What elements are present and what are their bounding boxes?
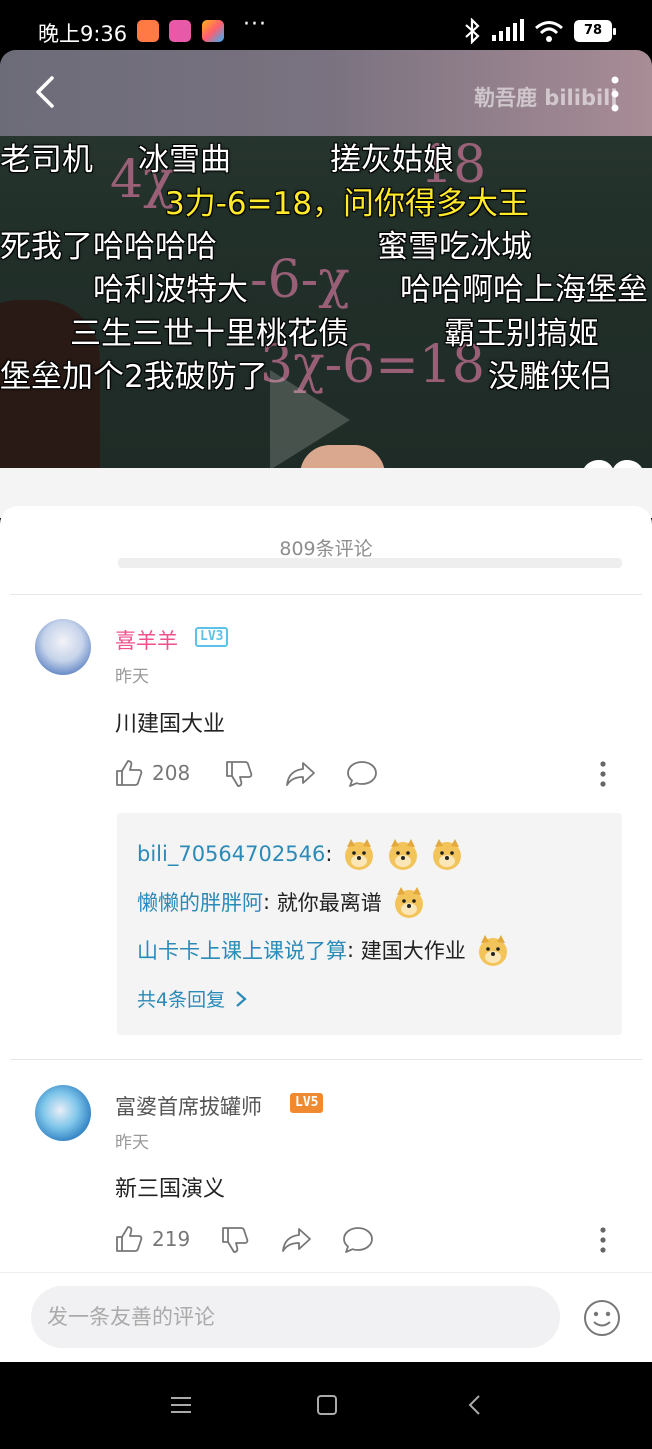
thumbs-down-icon[interactable]: [224, 759, 254, 789]
doge-emoji-icon: [389, 839, 418, 870]
comment-time: 昨天: [115, 667, 149, 687]
doge-emoji-icon: [433, 839, 462, 870]
thumbs-up-icon: [116, 760, 143, 786]
like-button[interactable]: 219: [114, 1224, 190, 1254]
doge-emoji-icon: [345, 839, 374, 870]
divider: [10, 594, 642, 595]
more-notifications-icon: ···: [243, 12, 267, 37]
danmaku-text: 3力-6=18，问你得多大王: [165, 186, 530, 222]
level-badge: LV3: [195, 627, 229, 647]
level-badge: LV5: [290, 1093, 324, 1113]
thumbs-up-icon: [116, 1226, 143, 1252]
video-watermark: 勒吾鹿 bilibili: [474, 86, 618, 110]
danmaku-text: 蜜雪吃冰城: [377, 229, 532, 265]
danmaku-text: 堡垒加个2我破防了: [0, 359, 268, 395]
status-time: 晚上9:36: [38, 22, 128, 46]
emoji-smile-icon[interactable]: [582, 1298, 622, 1338]
danmaku-text: 霸王别搞姬: [444, 316, 599, 352]
chevron-left-icon[interactable]: [26, 72, 66, 112]
chevron-right-icon: [236, 990, 247, 1007]
like-button[interactable]: 208: [114, 758, 190, 788]
reply-comment-icon[interactable]: [342, 1225, 374, 1255]
more-vertical-icon[interactable]: [598, 1226, 608, 1254]
play-icon: [270, 370, 350, 470]
comment-username[interactable]: 喜羊羊: [115, 625, 178, 655]
thumbs-down-icon[interactable]: [220, 1225, 250, 1255]
comment-count: 809条评论: [279, 538, 373, 560]
video-player[interactable]: 4χ 18 -6-χ 3χ-6=18 勒吾鹿 bilibili 老司机 冰雪曲 …: [0, 50, 652, 470]
gallery-app-icon: [202, 20, 224, 42]
danmaku-text: 死我了哈哈哈哈: [0, 229, 217, 265]
reply-line: 懒懒的胖胖阿: 就你最离谱: [137, 885, 426, 919]
reply-username[interactable]: 懒懒的胖胖阿: [137, 887, 263, 917]
menu-icon[interactable]: [168, 1392, 194, 1418]
like-count: 219: [152, 1227, 191, 1251]
danmaku-text: 冰雪曲: [138, 142, 231, 178]
reply-text: 建国大作业: [360, 939, 466, 963]
reply-line: bili_70564702546:: [137, 837, 464, 871]
reply-comment-icon[interactable]: [346, 759, 378, 789]
danmaku-text: 三生三世十里桃花债: [70, 316, 349, 352]
notification-app-icon: [137, 20, 159, 42]
view-all-replies-link[interactable]: 共4条回复: [137, 985, 247, 1012]
comment-input-bar: 发一条友善的评论: [0, 1272, 652, 1362]
divider: [10, 1059, 642, 1060]
game-app-icon: [169, 20, 191, 42]
back-icon[interactable]: [462, 1392, 488, 1418]
system-nav-bar: [0, 1362, 652, 1449]
doge-emoji-icon: [478, 935, 507, 966]
battery-indicator: 78: [574, 20, 616, 42]
wifi-icon: [535, 21, 563, 42]
comment-text: 川建国大业: [115, 712, 226, 737]
share-icon[interactable]: [285, 759, 317, 789]
signal-icon: [492, 19, 524, 41]
comment-username[interactable]: 富婆首席拔罐师: [115, 1091, 262, 1121]
reply-username[interactable]: bili_70564702546: [137, 842, 325, 866]
danmaku-text: 搓灰姑娘: [330, 142, 454, 178]
chalk-writing: -6-χ: [250, 250, 350, 310]
danmaku-text: 哈哈啊哈上海堡垒: [400, 272, 648, 308]
comment-text: 新三国演义: [115, 1177, 226, 1202]
comment-time: 昨天: [115, 1133, 149, 1153]
avatar[interactable]: [35, 1085, 91, 1141]
reply-line: 山卡卡上课上课说了算: 建国大作业: [137, 933, 510, 967]
doge-emoji-icon: [394, 887, 423, 918]
reply-username[interactable]: 山卡卡上课上课说了算: [137, 935, 347, 965]
share-icon[interactable]: [281, 1225, 313, 1255]
reply-preview-box[interactable]: bili_70564702546: 懒懒的胖胖阿: 就你最离谱 山卡卡上课上课说…: [117, 813, 622, 1035]
avatar[interactable]: [35, 619, 91, 675]
bluetooth-icon: [465, 18, 480, 44]
more-vertical-icon[interactable]: [598, 760, 608, 788]
like-count: 208: [152, 761, 191, 785]
comment-input[interactable]: 发一条友善的评论: [31, 1286, 560, 1348]
comment-count-underline: [118, 558, 622, 568]
danmaku-text: 没雕侠侣: [488, 359, 612, 395]
more-vertical-icon[interactable]: [608, 74, 622, 114]
danmaku-text: 哈利波特大: [93, 272, 248, 308]
replies-total: 共4条回复: [137, 989, 226, 1011]
reply-text: 就你最离谱: [276, 891, 382, 915]
home-square-icon[interactable]: [314, 1392, 340, 1418]
danmaku-text: 老司机: [0, 142, 93, 178]
